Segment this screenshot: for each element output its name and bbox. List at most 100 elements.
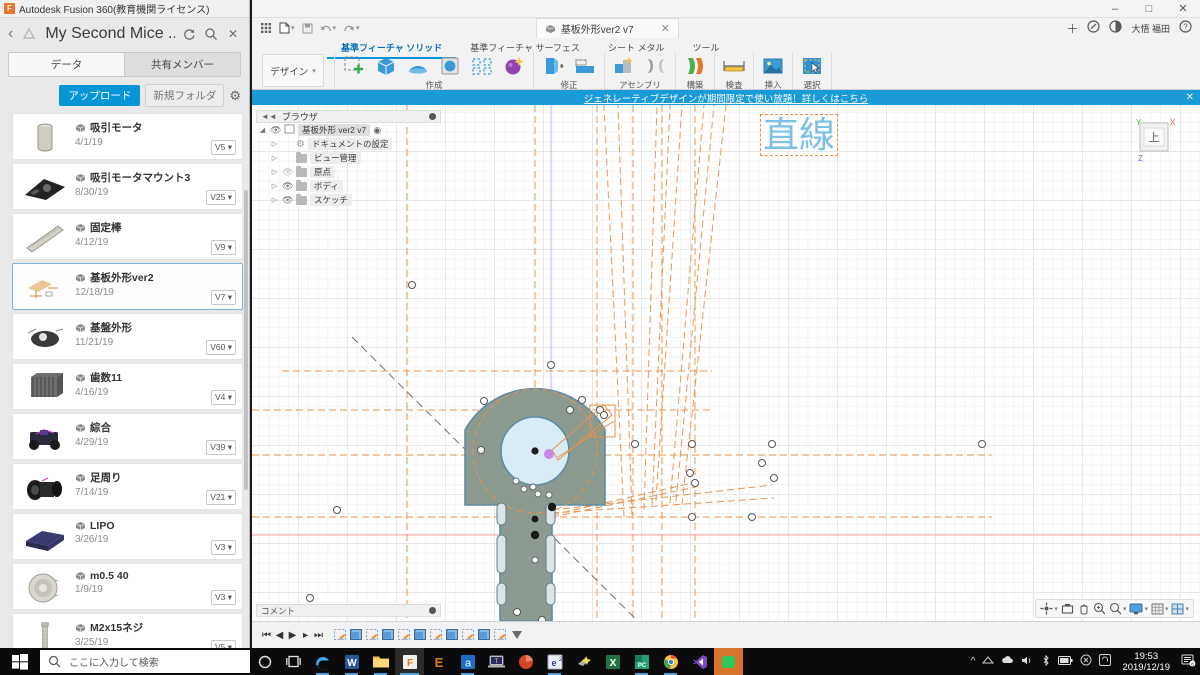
display-settings-icon[interactable]: ▾ [1129,603,1148,615]
timeline-feature-item[interactable] [477,628,492,642]
timeline-feature-item[interactable] [429,628,444,642]
pycharm-icon[interactable]: PC [627,648,656,675]
document-tab[interactable]: 基板外形ver2 v7 ✕ [536,18,679,38]
eye-icon[interactable]: 👁 [282,167,293,178]
maximize-button[interactable]: □ [1132,0,1166,18]
network-icon[interactable] [982,655,994,669]
task-view-icon[interactable] [279,648,308,675]
timeline-feature-item[interactable] [397,628,412,642]
notification-icon[interactable]: 8 [1181,653,1196,670]
excel-icon[interactable]: X [598,648,627,675]
chevron-down-icon[interactable]: ▾ [333,24,337,32]
teraterm-icon[interactable]: T [482,648,511,675]
zoom-window-icon[interactable]: ▾ [1109,602,1127,615]
battery-icon[interactable] [1058,656,1073,668]
play-icon[interactable]: ▶ [286,630,299,641]
skip-end-icon[interactable]: ⏭ [312,630,325,641]
file-list-item[interactable]: 固定棒4/12/19V9 ▾ [12,213,243,260]
file-version-badge[interactable]: V7 ▾ [211,290,236,305]
file-list-item[interactable]: M2x15ネジ3/25/19V5 ▾ [12,613,243,648]
timeline-feature-item[interactable] [365,628,380,642]
onedrive-icon[interactable] [1080,654,1092,669]
file-version-badge[interactable]: V5 ▾ [211,140,236,155]
expand-arrow-icon[interactable]: ▷ [270,182,279,190]
collapse-left-icon[interactable]: ◄◄ [261,112,277,121]
show-hidden-icons-icon[interactable]: ^ [971,656,976,667]
timeline-feature-item[interactable] [445,628,460,642]
file-list-item[interactable]: m0.5 401/9/19V3 ▾ [12,563,243,610]
viewports-icon[interactable]: ▾ [1171,603,1189,615]
new-tab-icon[interactable]: ＋ [1066,20,1078,37]
browser-tree[interactable]: ◢👁基板外形 ver2 v7◉▷⚙ドキュメントの設定▷ビュー管理▷👁原点▷👁ボデ… [256,123,441,207]
grid-menu-icon[interactable] [260,22,272,34]
flash-tool-icon[interactable] [569,648,598,675]
component-activate-icon[interactable]: ◉ [373,125,381,136]
workspace-selector[interactable]: デザイン▾ [262,54,324,87]
eye-icon[interactable]: 👁 [282,181,293,192]
timeline-feature-item[interactable] [349,628,364,642]
zoom-icon[interactable] [1093,602,1106,615]
minimize-button[interactable]: – [1098,0,1132,18]
bluetooth-icon[interactable] [1041,655,1051,669]
clock[interactable]: 19:53 2019/12/19 [1118,651,1174,673]
e2studio-icon[interactable]: e2 [540,648,569,675]
atom-icon[interactable]: a [453,648,482,675]
close-panel-icon[interactable]: ✕ [225,26,241,42]
file-version-badge[interactable]: V4 ▾ [211,390,236,405]
help-circle-icon[interactable] [1087,20,1100,36]
tab-shared-members[interactable]: 共有メンバー [124,53,240,76]
file-list-item[interactable]: 基盤外形11/21/19V60 ▾ [12,313,243,360]
eye-icon[interactable]: 👁 [282,195,293,206]
sketch-text-直線[interactable]: 直線 [760,114,838,156]
user-account-name[interactable]: 大悟 福田 [1131,22,1170,35]
grid-snaps-icon[interactable]: ▾ [1151,603,1169,615]
comment-bar[interactable]: コメント [256,604,441,617]
search-icon[interactable] [203,26,219,42]
gear-icon[interactable]: ⚙ [229,88,241,104]
expand-arrow-icon[interactable]: ▷ [270,140,279,148]
fusion360-icon[interactable]: F [395,648,424,675]
expand-arrow-icon[interactable]: ▷ [270,196,279,204]
fillet-icon[interactable] [570,53,600,79]
timeline-marker[interactable] [512,631,522,639]
file-list-item[interactable]: 基板外形ver212/18/19V7 ▾ [12,263,243,310]
joint-icon[interactable] [641,53,671,79]
look-at-icon[interactable] [1061,603,1074,615]
browser-tree-node[interactable]: ◢👁基板外形 ver2 v7◉ [256,123,441,137]
tab-data[interactable]: データ [9,53,124,76]
file-version-badge[interactable]: V25 ▾ [206,190,236,205]
sphere-icon[interactable] [435,53,465,79]
sync-icon[interactable] [1099,654,1111,669]
volume-icon[interactable] [1021,655,1034,669]
promo-banner-link[interactable]: ジェネレーティブデザインが期間限定で使い放題！詳しくはこちら [584,91,868,105]
file-version-badge[interactable]: V3 ▾ [211,540,236,555]
file-list[interactable]: 吸引モータ4/1/19V5 ▾吸引モータマウント38/30/19V25 ▾固定棒… [0,113,249,648]
expand-arrow-icon[interactable]: ▷ [270,154,279,162]
expand-arrow-icon[interactable]: ▷ [270,168,279,176]
file-version-badge[interactable]: V39 ▾ [206,440,236,455]
file-version-badge[interactable]: V60 ▾ [206,340,236,355]
eye-icon[interactable]: 👁 [270,125,281,136]
browser-tree-node[interactable]: ▷⚙ドキュメントの設定 [256,137,441,151]
file-version-badge[interactable]: V21 ▾ [206,490,236,505]
word-icon[interactable]: W [337,648,366,675]
extrude-icon[interactable] [371,53,401,79]
design-canvas[interactable]: 直線 ◄◄ ブラウザ ◢👁基板外形 ver2 v7◉▷⚙ドキュメントの設定▷ビュ… [252,105,1200,621]
timeline-feature-item[interactable] [381,628,396,642]
file-list-item[interactable]: 足周り7/14/19V21 ▾ [12,463,243,510]
comment-options-icon[interactable] [429,607,436,614]
browser-options-icon[interactable] [429,113,436,120]
insert-image-icon[interactable] [758,53,788,79]
measure-icon[interactable] [719,53,749,79]
edge-icon[interactable] [308,648,337,675]
browser-tree-node[interactable]: ▷👁スケッチ [256,193,441,207]
timeline-feature-item[interactable] [333,628,348,642]
vs-icon[interactable] [685,648,714,675]
timeline-feature-item[interactable] [461,628,476,642]
save-icon[interactable] [302,23,313,34]
undo-icon[interactable]: ▾ [320,23,337,34]
expand-arrow-icon[interactable]: ◢ [258,126,267,134]
refresh-icon[interactable] [181,26,197,42]
orbit-icon[interactable]: ▾ [1040,602,1058,615]
step-forward-icon[interactable]: ▸ [299,630,312,641]
